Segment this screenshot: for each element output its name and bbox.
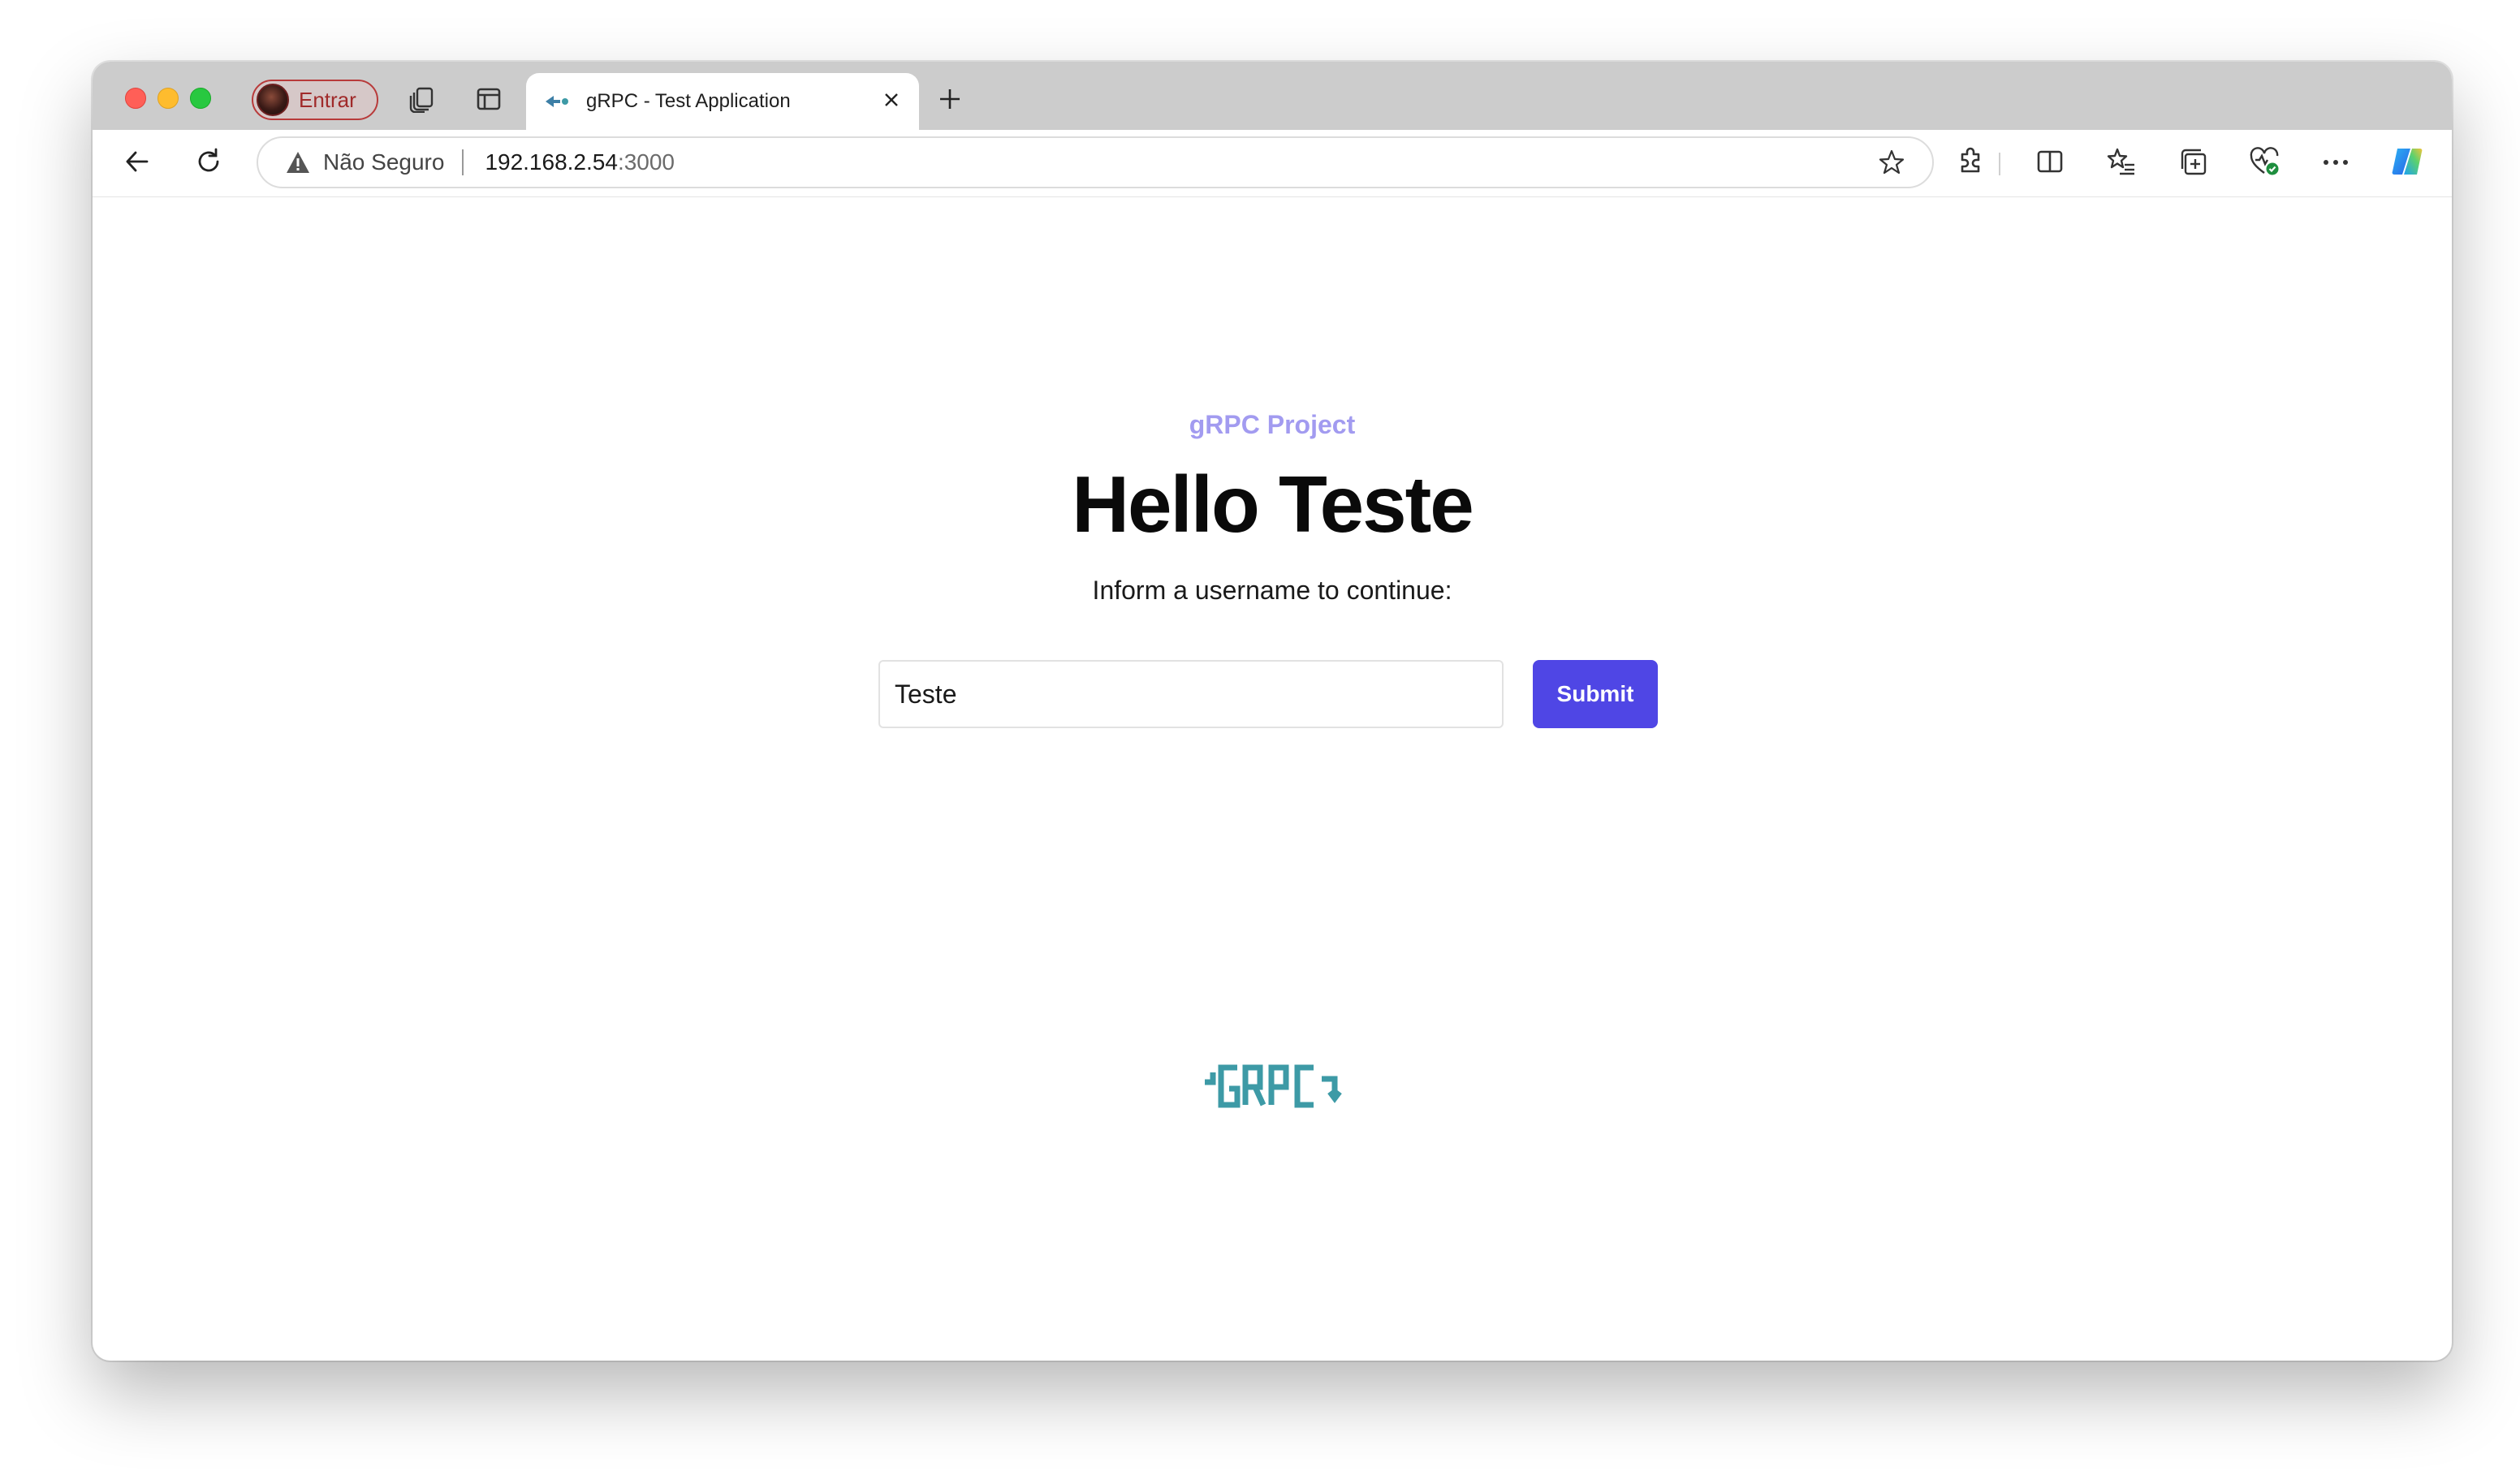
extensions-button[interactable] <box>1948 141 1992 185</box>
tab-strip: Entrar gRPC - Test Application <box>93 62 2452 130</box>
favorites-button[interactable] <box>2099 141 2143 185</box>
plus-icon <box>938 87 962 115</box>
copilot-icon <box>2389 144 2425 183</box>
close-window-button[interactable] <box>125 88 146 109</box>
reload-icon <box>194 147 223 180</box>
back-arrow-icon <box>123 147 152 180</box>
url-text[interactable]: 192.168.2.54:3000 <box>485 149 675 175</box>
url-host: 192.168.2.54 <box>485 149 618 175</box>
favorite-button[interactable] <box>1875 148 1908 180</box>
username-field-wrapper <box>878 660 1504 728</box>
address-separator <box>462 149 464 175</box>
tab-actions-button[interactable] <box>469 81 508 120</box>
extensions-icon <box>1956 147 1985 180</box>
browser-essentials-icon <box>2249 146 2280 180</box>
profile-label: Entrar <box>299 87 356 112</box>
tab-grpc-test-application[interactable]: gRPC - Test Application <box>526 73 919 130</box>
page-title: Hello Teste <box>1072 459 1474 549</box>
copilot-button[interactable] <box>2385 141 2429 185</box>
more-button[interactable] <box>2314 141 2358 185</box>
browser-essentials-button[interactable] <box>2242 141 2286 185</box>
avatar <box>257 84 289 116</box>
browser-window: Entrar gRPC - Test Application Não Segur… <box>93 62 2452 1361</box>
close-icon <box>882 91 900 113</box>
page-content: gRPC Project Hello Teste Inform a userna… <box>97 197 2447 1354</box>
security-label[interactable]: Não Seguro <box>323 149 444 175</box>
url-port: :3000 <box>617 149 675 175</box>
collections-icon <box>2178 147 2207 180</box>
more-icon <box>2322 156 2350 170</box>
workspaces-button[interactable] <box>403 81 442 120</box>
tab-title: gRPC - Test Application <box>586 90 791 112</box>
screenshot-stage: Entrar gRPC - Test Application Não Segur… <box>0 0 2520 1471</box>
favorites-icon <box>2107 147 2136 180</box>
split-screen-icon <box>2036 148 2064 179</box>
submit-button[interactable]: Submit <box>1533 660 1658 728</box>
tab-actions-icon <box>476 86 502 116</box>
workspaces-icon <box>408 85 436 117</box>
grpc-logo <box>1202 1058 1343 1115</box>
minimize-window-button[interactable] <box>158 88 179 109</box>
collections-button[interactable] <box>2171 141 2215 185</box>
back-button[interactable] <box>115 141 159 185</box>
close-tab-button[interactable] <box>875 85 908 118</box>
page-subtitle: Inform a username to continue: <box>1092 576 1452 605</box>
zoom-window-button[interactable] <box>190 88 211 109</box>
project-eyebrow: gRPC Project <box>1189 410 1356 439</box>
split-screen-button[interactable] <box>2028 141 2072 185</box>
new-tab-button[interactable] <box>930 81 969 120</box>
username-input[interactable] <box>878 660 1504 728</box>
grpc-favicon-icon <box>542 87 572 116</box>
profile-button[interactable]: Entrar <box>252 80 378 120</box>
reload-button[interactable] <box>187 141 231 185</box>
toolbar-separator <box>1999 153 2000 175</box>
browser-toolbar: Não Seguro 192.168.2.54:3000 <box>93 130 2452 197</box>
star-icon <box>1878 149 1905 180</box>
warning-icon[interactable] <box>284 149 312 176</box>
address-bar[interactable]: Não Seguro 192.168.2.54:3000 <box>257 136 1934 188</box>
